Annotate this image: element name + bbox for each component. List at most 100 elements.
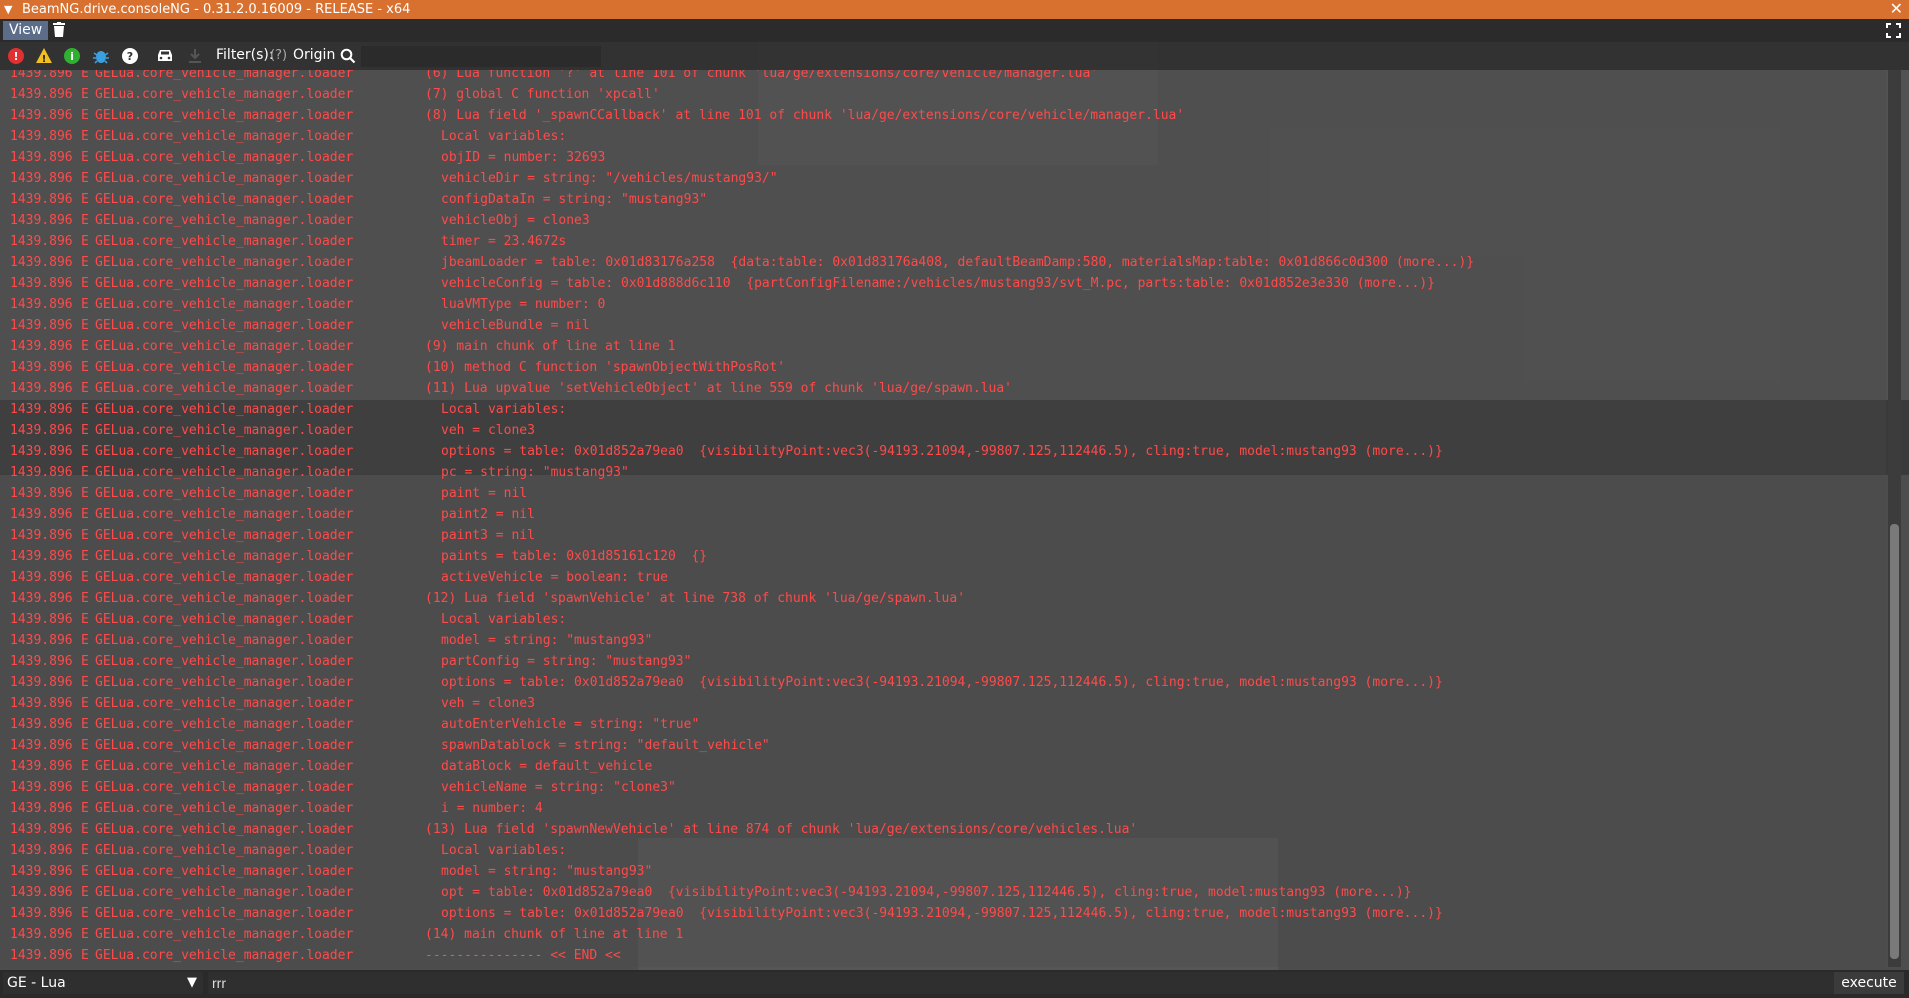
mode-select[interactable]: GE - Lua ▼: [3, 972, 203, 994]
log-time: 1439.896: [10, 423, 73, 438]
error-filter-icon[interactable]: !: [7, 47, 25, 65]
log-time: 1439.896: [10, 276, 73, 291]
vehicle-filter-icon[interactable]: [155, 47, 175, 65]
help-icon[interactable]: ?: [121, 47, 139, 65]
download-icon[interactable]: [186, 47, 204, 65]
log-time: 1439.896: [10, 633, 73, 648]
log-message: (10) method C function 'spawnObjectWithP…: [425, 360, 786, 375]
filter-toolbar: ! ! i ? Filter(s): (?) Origin: [0, 42, 1909, 70]
log-level: E: [81, 255, 89, 270]
debug-filter-icon[interactable]: [92, 47, 110, 65]
log-row: 1439.896 E GELua.core_vehicle_manager.load…: [0, 672, 1880, 693]
trash-icon[interactable]: [52, 22, 66, 38]
log-source: GELua.core_vehicle_manager.loader: [95, 591, 354, 606]
log-source: GELua.core_vehicle_manager.loader: [95, 171, 354, 186]
log-source: GELua.core_vehicle_manager.loader: [95, 276, 354, 291]
command-input[interactable]: [208, 972, 1836, 994]
log-level: E: [81, 486, 89, 501]
log-time: 1439.896: [10, 822, 73, 837]
log-message: --------------- << END <<: [425, 948, 621, 963]
log-level: E: [81, 738, 89, 753]
execute-button[interactable]: execute: [1834, 972, 1904, 994]
log-time: 1439.896: [10, 192, 73, 207]
log-row: 1439.896 E GELua.core_vehicle_manager.load…: [0, 70, 1880, 84]
log-level: E: [81, 528, 89, 543]
log-message: Local variables:: [441, 129, 567, 144]
log-row: 1439.896 E GELua.core_vehicle_manager.load…: [0, 168, 1880, 189]
dropdown-arrow-icon[interactable]: ▼: [187, 972, 197, 994]
menu-bar: View: [0, 19, 1909, 42]
log-message: vehicleBundle = nil: [441, 318, 590, 333]
log-message: opt = table: 0x01d852a79ea0 {visibilityP…: [441, 885, 1412, 900]
log-source: GELua.core_vehicle_manager.loader: [95, 402, 354, 417]
log-row: 1439.896 E GELua.core_vehicle_manager.load…: [0, 609, 1880, 630]
log-row: 1439.896 E GELua.core_vehicle_manager.load…: [0, 924, 1880, 945]
log-time: 1439.896: [10, 234, 73, 249]
log-source: GELua.core_vehicle_manager.loader: [95, 213, 354, 228]
log-level: E: [81, 87, 89, 102]
log-time: 1439.896: [10, 738, 73, 753]
log-message: (6) Lua function '?' at line 101 of chun…: [425, 70, 1099, 81]
log-level: E: [81, 129, 89, 144]
log-time: 1439.896: [10, 318, 73, 333]
log-source: GELua.core_vehicle_manager.loader: [95, 528, 354, 543]
mode-select-label: GE - Lua: [7, 975, 66, 991]
log-row: 1439.896 E GELua.core_vehicle_manager.load…: [0, 189, 1880, 210]
log-time: 1439.896: [10, 381, 73, 396]
log-message: vehicleObj = clone3: [441, 213, 590, 228]
log-output[interactable]: 1439.896 E GELua.core_vehicle_manager.load…: [0, 70, 1886, 967]
origin-label[interactable]: Origin: [293, 47, 335, 63]
log-time: 1439.896: [10, 444, 73, 459]
log-source: GELua.core_vehicle_manager.loader: [95, 738, 354, 753]
log-level: E: [81, 843, 89, 858]
menu-view[interactable]: View: [3, 21, 49, 40]
log-message: jbeamLoader = table: 0x01d83176a258 {dat…: [441, 255, 1475, 270]
log-source: GELua.core_vehicle_manager.loader: [95, 70, 354, 81]
log-row: 1439.896 E GELua.core_vehicle_manager.load…: [0, 462, 1880, 483]
log-time: 1439.896: [10, 780, 73, 795]
filters-help[interactable]: (?): [270, 48, 287, 63]
scrollbar-thumb[interactable]: [1890, 524, 1899, 959]
log-time: 1439.896: [10, 843, 73, 858]
svg-text:i: i: [70, 50, 74, 63]
log-source: GELua.core_vehicle_manager.loader: [95, 465, 354, 480]
log-time: 1439.896: [10, 465, 73, 480]
log-message: timer = 23.4672s: [441, 234, 567, 249]
log-level: E: [81, 234, 89, 249]
log-level: E: [81, 70, 89, 81]
svg-text:!: !: [13, 50, 18, 63]
log-time: 1439.896: [10, 696, 73, 711]
log-source: GELua.core_vehicle_manager.loader: [95, 885, 354, 900]
log-message: vehicleName = string: "clone3": [441, 780, 676, 795]
log-time: 1439.896: [10, 108, 73, 123]
fullscreen-icon[interactable]: [1886, 23, 1901, 38]
log-level: E: [81, 339, 89, 354]
log-level: E: [81, 549, 89, 564]
log-message: vehicleDir = string: "/vehicles/mustang9…: [441, 171, 778, 186]
command-bar: GE - Lua ▼ execute: [0, 970, 1909, 998]
warning-filter-icon[interactable]: !: [35, 47, 53, 65]
log-message: (11) Lua upvalue 'setVehicleObject' at l…: [425, 381, 1012, 396]
log-row: 1439.896 E GELua.core_vehicle_manager.load…: [0, 882, 1880, 903]
collapse-icon[interactable]: ▼: [4, 0, 12, 19]
log-message: activeVehicle = boolean: true: [441, 570, 668, 585]
log-message: model = string: "mustang93": [441, 864, 653, 879]
info-filter-icon[interactable]: i: [63, 47, 81, 65]
log-level: E: [81, 654, 89, 669]
log-row: 1439.896 E GELua.core_vehicle_manager.load…: [0, 273, 1880, 294]
log-level: E: [81, 318, 89, 333]
log-time: 1439.896: [10, 948, 73, 963]
log-row: 1439.896 E GELua.core_vehicle_manager.load…: [0, 798, 1880, 819]
log-message: options = table: 0x01d852a79ea0 {visibil…: [441, 906, 1443, 921]
log-time: 1439.896: [10, 213, 73, 228]
log-time: 1439.896: [10, 402, 73, 417]
log-time: 1439.896: [10, 297, 73, 312]
title-bar[interactable]: ▼ BeamNG.drive.consoleNG - 0.31.2.0.1600…: [0, 0, 1909, 19]
close-icon[interactable]: ✕: [1890, 0, 1903, 18]
svg-text:?: ?: [127, 50, 133, 63]
search-input[interactable]: [361, 46, 601, 67]
log-row: 1439.896 E GELua.core_vehicle_manager.load…: [0, 546, 1880, 567]
log-source: GELua.core_vehicle_manager.loader: [95, 423, 354, 438]
log-source: GELua.core_vehicle_manager.loader: [95, 339, 354, 354]
log-scrollbar[interactable]: [1888, 70, 1901, 967]
